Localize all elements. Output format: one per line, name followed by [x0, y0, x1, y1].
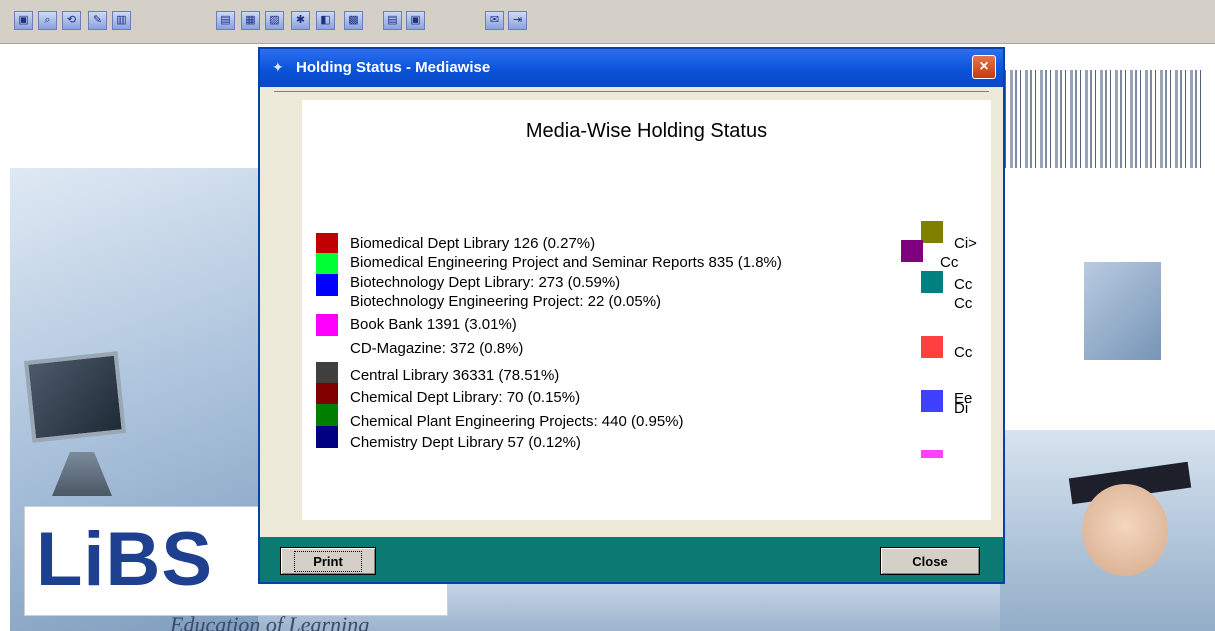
refresh-icon[interactable]: ⟲ [62, 11, 81, 30]
barcode-icon[interactable]: ✉ [485, 11, 504, 30]
new-icon[interactable]: ▣ [14, 11, 33, 30]
side-thumbnail-image [1084, 262, 1161, 360]
graduate-face-illustration [1082, 484, 1168, 576]
legend-label: Biotechnology Engineering Project: 22 (0… [350, 293, 662, 310]
dialog-body: Media-Wise Holding Status Biomedical Dep… [260, 87, 1003, 554]
legend-label: Biomedical Engineering Project and Semin… [350, 254, 782, 271]
legend-swatch [921, 221, 943, 243]
legend-swatch [316, 314, 338, 336]
legend-swatch [316, 404, 338, 426]
transfer-icon[interactable]: ▤ [216, 11, 235, 30]
dialog-title: Holding Status - Mediawise [296, 59, 491, 76]
tools-icon[interactable]: ✎ [88, 11, 107, 30]
legend-label: Di [954, 400, 969, 417]
edit-icon[interactable]: ▨ [265, 11, 284, 30]
report-icon[interactable]: ▦ [241, 11, 260, 30]
legend-swatch [316, 383, 338, 405]
legend-label: Cc [954, 295, 973, 312]
dialog-titlebar[interactable]: ✦ Holding Status - Mediawise × [260, 49, 1003, 87]
book-icon[interactable]: ▤ [383, 11, 402, 30]
legend-label: Cc [940, 254, 959, 271]
legend-swatch [316, 233, 338, 255]
catalog-icon[interactable]: ▥ [112, 11, 131, 30]
barcode-image [1000, 70, 1205, 168]
holding-status-dialog: ✦ Holding Status - Mediawise × Media-Wis… [258, 47, 1005, 584]
legend-label: Chemistry Dept Library 57 (0.12%) [350, 434, 581, 451]
desktop: ▣ ⌕ ⟲ ✎ ▥ ▤ ▦ ▨ ✱ ◧ ▩ ▤ ▣ ✉ ⇥ LiBS Education of Learni… [0, 0, 1215, 631]
legend-label: Biotechnology Dept Library: 273 (0.59%) [350, 274, 621, 291]
legend-label: Cc [954, 276, 973, 293]
monitor-illustration [23, 351, 127, 443]
find-icon[interactable]: ⌕ [38, 11, 57, 30]
print-button[interactable]: Print [280, 547, 376, 575]
members-icon[interactable]: ✱ [291, 11, 310, 30]
chart-frame: Media-Wise Holding Status Biomedical Dep… [274, 91, 991, 532]
legend-label: Chemical Dept Library: 70 (0.15%) [350, 389, 581, 406]
legend-label: Ci> [954, 235, 977, 252]
image-icon[interactable]: ▩ [344, 11, 363, 30]
dialog-button-bar: Print Close [260, 537, 1003, 582]
chart-area: Media-Wise Holding Status Biomedical Dep… [302, 100, 991, 520]
legend-swatch [316, 362, 338, 384]
exit-icon[interactable]: ⇥ [508, 11, 527, 30]
legend-swatch [316, 426, 338, 448]
app-logo: LiBS [36, 517, 214, 602]
legend-swatch [921, 271, 943, 293]
legend-label: Chemical Plant Engineering Projects: 440… [350, 413, 684, 430]
legend-swatch [316, 253, 338, 275]
logo-tagline: Education of Learning [170, 612, 370, 631]
app-icon: ✦ [272, 59, 284, 75]
legend-label: Cc [954, 344, 973, 361]
main-toolbar: ▣ ⌕ ⟲ ✎ ▥ ▤ ▦ ▨ ✱ ◧ ▩ ▤ ▣ ✉ ⇥ [0, 0, 1215, 44]
legend-label: Biomedical Dept Library 126 (0.27%) [350, 235, 596, 252]
chart-title: Media-Wise Holding Status [525, 120, 768, 142]
circulation-icon[interactable]: ◧ [316, 11, 335, 30]
legend-swatch [901, 240, 923, 262]
legend-label: Central Library 36331 (78.51%) [350, 367, 560, 384]
close-button[interactable]: Close [880, 547, 980, 575]
close-window-button[interactable]: × [972, 55, 996, 79]
legend-swatch [921, 450, 943, 458]
legend-swatch [316, 274, 338, 296]
legend-label: CD-Magazine: 372 (0.8%) [350, 340, 524, 357]
legend-swatch [921, 390, 943, 412]
legend-label: Book Bank 1391 (3.01%) [350, 316, 517, 333]
legend-swatch [921, 336, 943, 358]
print-button-label: Print [294, 550, 362, 572]
window-icon[interactable]: ▣ [406, 11, 425, 30]
